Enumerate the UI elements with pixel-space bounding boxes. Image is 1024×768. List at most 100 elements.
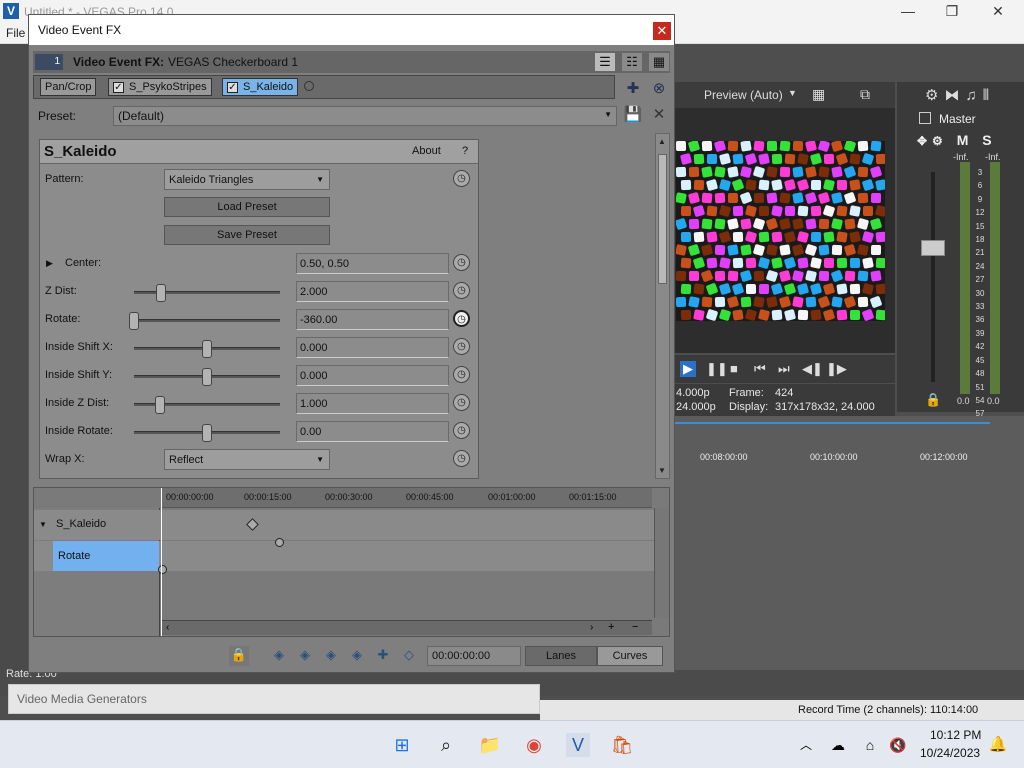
load-preset-button[interactable]: Load Preset (164, 197, 330, 217)
keyframe-track-plugin[interactable]: ▼ S_Kaleido (34, 510, 654, 540)
first-keyframe-icon[interactable]: ◈ (269, 646, 289, 666)
next-keyframe-icon[interactable]: ◈ (321, 646, 341, 666)
delete-keyframe-icon[interactable]: ◇ (399, 646, 419, 666)
master-toolbar-icons[interactable]: ⚙⧓♫⫴ (925, 86, 995, 104)
animate-clock-icon[interactable]: ◷ (453, 394, 470, 411)
animate-clock-icon[interactable]: ◷ (453, 310, 470, 327)
chain-tab-kaleido[interactable]: ✓ S_Kaleido (222, 78, 299, 96)
stop-icon[interactable]: ■ (730, 361, 738, 376)
inside-zdist-slider[interactable] (134, 396, 280, 414)
inside-shift-x-value[interactable]: 0.000 (296, 337, 449, 358)
scroll-down-icon[interactable]: ▼ (658, 466, 666, 475)
wrap-x-select[interactable]: Reflect ▼ (164, 449, 330, 470)
pause-icon[interactable]: ❚❚ (706, 361, 728, 377)
video-media-generators-tab[interactable]: Video Media Generators (8, 684, 540, 714)
scroll-left-icon[interactable]: ‹ (166, 622, 169, 633)
chain-tab-psykostripes[interactable]: ✓ S_PsykoStripes (108, 78, 212, 96)
keyframe-track-param[interactable]: Rotate (34, 541, 654, 574)
preset-select[interactable]: (Default) ▼ (113, 106, 617, 126)
remove-plugin-icon[interactable]: ⊗ (649, 79, 669, 99)
chevron-up-icon[interactable]: ︿ (794, 733, 818, 757)
keyframe-marker[interactable] (246, 518, 259, 531)
checkbox-icon[interactable]: ✓ (227, 81, 238, 93)
keyframe-playhead[interactable] (161, 488, 162, 636)
animate-clock-icon[interactable]: ◷ (453, 450, 470, 467)
close-window-button[interactable]: ✕ (976, 2, 1020, 22)
keyframe-point[interactable] (275, 538, 284, 547)
master-fader-knob[interactable] (921, 240, 945, 256)
chain-tab-pan-crop[interactable]: Pan/Crop (40, 78, 97, 96)
slider-knob[interactable] (156, 284, 166, 302)
keyframe-param-name[interactable]: Rotate (53, 541, 159, 571)
view-grid-icon[interactable]: ▦ (649, 53, 669, 71)
inside-shift-y-slider[interactable] (134, 368, 280, 386)
add-keyframe-icon[interactable]: ✚ (373, 646, 393, 666)
grid-icon[interactable]: ▦ (812, 86, 825, 103)
animate-clock-icon[interactable]: ◷ (453, 282, 470, 299)
keyframe-time-input[interactable]: 00:00:00:00 (427, 646, 521, 666)
view-single-icon[interactable]: ☰ (595, 53, 615, 71)
scroll-right-icon[interactable]: › (590, 622, 593, 633)
inside-rotate-value[interactable]: 0.00 (296, 421, 449, 442)
preview-quality[interactable]: Preview (Auto) (704, 88, 783, 102)
menu-file[interactable]: File (6, 26, 25, 40)
cloud-icon[interactable]: ☁ (826, 733, 850, 757)
about-button[interactable]: About (412, 145, 441, 157)
go-to-end-icon[interactable]: ⏭ (778, 361, 790, 377)
keyframe-hscroll[interactable]: ‹ › + − (162, 620, 652, 635)
chrome-icon[interactable]: ◉ (522, 733, 546, 757)
minimize-button[interactable]: — (886, 2, 930, 22)
inside-rotate-slider[interactable] (134, 424, 280, 442)
plugin-panel-scrollbar[interactable]: ▲ ▼ (655, 133, 670, 479)
zdist-value[interactable]: 2.000 (296, 281, 449, 302)
sync-cursor-icon[interactable]: 🔒 (229, 646, 249, 666)
lanes-button[interactable]: Lanes (525, 646, 597, 666)
scroll-thumb[interactable] (658, 154, 667, 284)
help-button[interactable]: ? (462, 145, 468, 157)
copy-snapshot-icon[interactable]: ⧉ (860, 86, 870, 103)
taskbar-time[interactable]: 10:12 PM (930, 728, 981, 742)
slider-knob[interactable] (202, 368, 212, 386)
center-value[interactable]: 0.50, 0.50 (296, 253, 449, 274)
volume-icon[interactable]: 🔇 (886, 733, 910, 757)
add-plugin-icon[interactable]: ✚ (623, 79, 643, 99)
animate-clock-icon[interactable]: ◷ (453, 170, 470, 187)
slider-knob[interactable] (155, 396, 165, 414)
scroll-up-icon[interactable]: ▲ (658, 137, 666, 146)
slider-knob[interactable] (129, 312, 139, 330)
zoom-out-icon[interactable]: − (632, 621, 638, 633)
taskbar-date[interactable]: 10/24/2023 (920, 746, 980, 760)
notification-bell-icon[interactable]: 🔔 (986, 733, 1010, 757)
master-mute-solo[interactable]: ✥⚙ M S (917, 132, 997, 148)
next-frame-icon[interactable]: ❚▶ (826, 361, 847, 377)
slider-knob[interactable] (202, 340, 212, 358)
dialog-titlebar[interactable]: Video Event FX ✕ (29, 15, 674, 45)
prev-keyframe-icon[interactable]: ◈ (295, 646, 315, 666)
keyframe-vscroll[interactable] (654, 508, 669, 618)
inside-shift-y-value[interactable]: 0.000 (296, 365, 449, 386)
save-preset-button[interactable]: Save Preset (164, 225, 330, 245)
file-explorer-icon[interactable]: 📁 (478, 733, 502, 757)
animate-clock-icon[interactable]: ◷ (453, 338, 470, 355)
curves-button[interactable]: Curves (597, 646, 663, 666)
expand-triangle-icon[interactable]: ▶ (46, 258, 53, 269)
maximize-button[interactable]: ❐ (930, 2, 974, 22)
delete-preset-icon[interactable]: ✕ (649, 105, 669, 125)
master-fx-icon[interactable] (919, 112, 931, 124)
last-keyframe-icon[interactable]: ◈ (347, 646, 367, 666)
inside-zdist-value[interactable]: 1.000 (296, 393, 449, 414)
keyframe-ruler[interactable]: 00:00:00:00 00:00:15:00 00:00:30:00 00:0… (162, 488, 652, 508)
view-list-icon[interactable]: ☷ (622, 53, 642, 71)
slider-knob[interactable] (202, 424, 212, 442)
collapse-triangle-icon[interactable]: ▼ (39, 520, 47, 529)
zoom-in-icon[interactable]: + (608, 621, 614, 633)
keyframe-point[interactable] (158, 565, 167, 574)
animate-clock-icon[interactable]: ◷ (453, 254, 470, 271)
dialog-close-button[interactable]: ✕ (653, 22, 671, 40)
rotate-value[interactable]: -360.00 (296, 309, 449, 330)
go-to-start-icon[interactable]: ⏮ (754, 361, 766, 377)
checkbox-icon[interactable]: ✓ (113, 81, 124, 93)
animate-clock-icon[interactable]: ◷ (453, 422, 470, 439)
inside-shift-x-slider[interactable] (134, 340, 280, 358)
store-icon[interactable]: 🛍 (610, 733, 634, 757)
